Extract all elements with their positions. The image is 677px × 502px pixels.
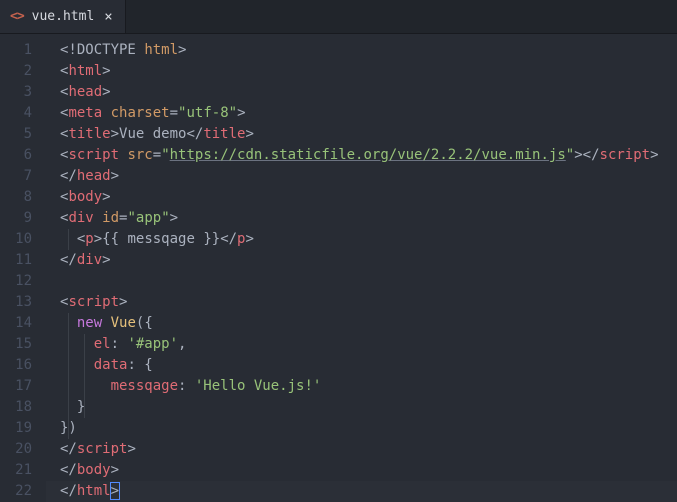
code-line: </head> — [46, 166, 677, 187]
line-number: 18 — [0, 397, 32, 418]
line-number: 15 — [0, 334, 32, 355]
line-number: 19 — [0, 418, 32, 439]
line-number: 10 — [0, 229, 32, 250]
code-line — [46, 271, 677, 292]
line-number: 6 — [0, 145, 32, 166]
line-number: 4 — [0, 103, 32, 124]
line-number: 20 — [0, 439, 32, 460]
code-line: <script> — [46, 292, 677, 313]
line-number-gutter: 12345678910111213141516171819202122 — [0, 40, 46, 500]
cursor: > — [110, 482, 120, 500]
code-line: el: '#app', — [46, 334, 677, 355]
html-file-icon: <> — [10, 9, 24, 24]
tab-bar: <> vue.html × — [0, 0, 677, 34]
tab-vue-html[interactable]: <> vue.html × — [0, 0, 126, 33]
code-line: }) — [46, 418, 677, 439]
line-number: 14 — [0, 313, 32, 334]
close-icon[interactable]: × — [102, 9, 114, 25]
tab-title: vue.html — [32, 9, 95, 24]
code-area[interactable]: <!DOCTYPE html> <html> <head> <meta char… — [46, 40, 677, 500]
line-number: 8 — [0, 187, 32, 208]
line-number: 12 — [0, 271, 32, 292]
code-line: <div id="app"> — [46, 208, 677, 229]
line-number: 11 — [0, 250, 32, 271]
line-number: 5 — [0, 124, 32, 145]
code-line: messqage: 'Hello Vue.js!' — [46, 376, 677, 397]
line-number: 1 — [0, 40, 32, 61]
line-number: 17 — [0, 376, 32, 397]
line-number: 22 — [0, 481, 32, 502]
code-line: <!DOCTYPE html> — [46, 40, 677, 61]
code-line: <title>Vue demo</title> — [46, 124, 677, 145]
code-line: <p>{{ messqage }}</p> — [46, 229, 677, 250]
line-number: 9 — [0, 208, 32, 229]
code-line: data: { — [46, 355, 677, 376]
code-line: new Vue({ — [46, 313, 677, 334]
code-line: </script> — [46, 439, 677, 460]
code-line: </body> — [46, 460, 677, 481]
code-line: <html> — [46, 61, 677, 82]
line-number: 7 — [0, 166, 32, 187]
line-number: 13 — [0, 292, 32, 313]
code-line: <script src="https://cdn.staticfile.org/… — [46, 145, 677, 166]
line-number: 21 — [0, 460, 32, 481]
code-line: <head> — [46, 82, 677, 103]
code-editor[interactable]: 12345678910111213141516171819202122 <!DO… — [0, 34, 677, 500]
code-line: <body> — [46, 187, 677, 208]
line-number: 3 — [0, 82, 32, 103]
code-line: </div> — [46, 250, 677, 271]
line-number: 2 — [0, 61, 32, 82]
code-line: <meta charset="utf-8"> — [46, 103, 677, 124]
code-line: } — [46, 397, 677, 418]
line-number: 16 — [0, 355, 32, 376]
code-line-current: </html> — [46, 481, 677, 502]
